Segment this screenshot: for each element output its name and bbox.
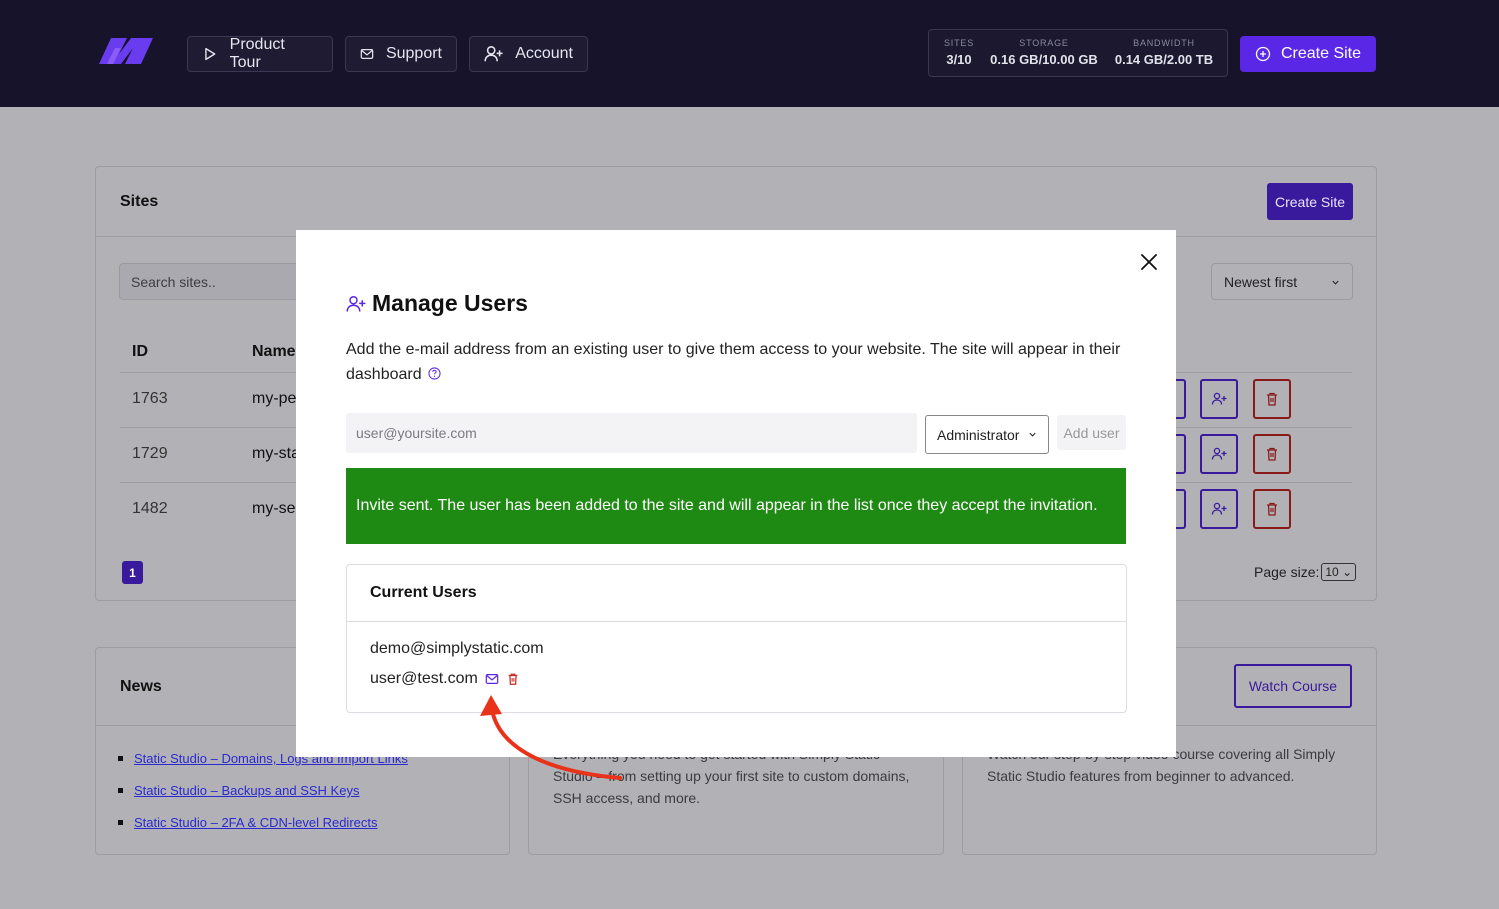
chevron-down-icon xyxy=(1332,280,1339,285)
usage-stats: SITES 3/10 STORAGE 0.16 GB/10.00 GB BAND… xyxy=(928,29,1228,77)
news-title: News xyxy=(120,678,162,695)
news-link-2[interactable]: Static Studio – Backups and SSH Keys xyxy=(134,783,359,798)
add-user-button[interactable]: Add user xyxy=(1057,415,1126,450)
user-plus-icon xyxy=(346,295,366,312)
bullet xyxy=(118,756,123,761)
row-1-manage-users-button[interactable] xyxy=(1200,379,1238,419)
close-icon[interactable] xyxy=(1139,252,1159,272)
bullet xyxy=(118,788,123,793)
row-1-name[interactable]: my-pe xyxy=(252,390,296,408)
top-bar: Product Tour Support Account SITES 3/10 … xyxy=(0,0,1499,107)
page-size-select[interactable]: 10 ⌄ xyxy=(1321,563,1357,581)
annotation-arrow xyxy=(480,695,622,780)
user-plus-icon xyxy=(1211,392,1227,405)
trash-icon xyxy=(1267,502,1277,516)
sites-card-header: Sites Create Site xyxy=(96,167,1376,237)
current-users-header: Current Users xyxy=(347,565,1126,622)
user-row: demo@simplystatic.com xyxy=(370,640,544,657)
user-plus-icon xyxy=(484,46,503,62)
role-select[interactable]: Administrator xyxy=(925,415,1049,454)
brand-logo-icon[interactable] xyxy=(97,34,155,66)
plus-circle-icon xyxy=(1255,46,1271,62)
row-1-delete-button[interactable] xyxy=(1253,379,1291,419)
create-site-button[interactable]: Create Site xyxy=(1240,36,1376,72)
sites-create-button[interactable]: Create Site xyxy=(1267,183,1353,220)
user-email-input[interactable] xyxy=(346,413,917,453)
row-2-name[interactable]: my-sta xyxy=(252,445,300,463)
mail-icon xyxy=(360,49,374,59)
success-alert: Invite sent. The user has been added to … xyxy=(346,468,1126,544)
news-link-3[interactable]: Static Studio – 2FA & CDN-level Redirect… xyxy=(134,815,378,830)
support-button[interactable]: Support xyxy=(345,36,457,72)
row-3-manage-users-button[interactable] xyxy=(1200,489,1238,529)
row-2-manage-users-button[interactable] xyxy=(1200,434,1238,474)
column-id: ID xyxy=(132,343,148,360)
help-icon[interactable] xyxy=(428,367,441,380)
row-1-id: 1763 xyxy=(132,390,168,407)
row-3-delete-button[interactable] xyxy=(1253,489,1291,529)
row-3-id: 1482 xyxy=(132,500,168,517)
trash-icon xyxy=(1267,447,1277,461)
stat-storage: STORAGE 0.16 GB/10.00 GB xyxy=(990,38,1098,67)
product-tour-button[interactable]: Product Tour xyxy=(187,36,333,72)
trash-icon[interactable] xyxy=(506,672,520,686)
page-size: Page size: 10 ⌄ xyxy=(1254,563,1357,581)
row-2-id: 1729 xyxy=(132,445,168,462)
stat-sites: SITES 3/10 xyxy=(943,38,974,67)
stat-bandwidth: BANDWIDTH 0.14 GB/2.00 TB xyxy=(1114,38,1214,67)
watch-course-button[interactable]: Watch Course xyxy=(1234,664,1352,708)
manage-users-modal: Manage Users Add the e-mail address from… xyxy=(296,230,1176,757)
play-icon xyxy=(205,47,216,61)
user-plus-icon xyxy=(1211,447,1227,460)
user-plus-icon xyxy=(1211,502,1227,515)
modal-title: Manage Users xyxy=(346,290,528,317)
bullet xyxy=(118,820,123,825)
modal-description: Add the e-mail address from an existing … xyxy=(346,341,1121,383)
account-button[interactable]: Account xyxy=(469,36,588,72)
resend-invite-mail-icon[interactable] xyxy=(485,672,499,686)
sort-select[interactable]: Newest first xyxy=(1211,263,1353,300)
sites-title: Sites xyxy=(120,193,159,210)
pagination-page-1[interactable]: 1 xyxy=(122,561,143,584)
user-row: user@test.com xyxy=(370,670,520,688)
row-2-delete-button[interactable] xyxy=(1253,434,1291,474)
current-users-card: Current Users demo@simplystatic.com user… xyxy=(346,564,1127,713)
chevron-down-icon xyxy=(1029,432,1037,437)
row-3-name[interactable]: my-se xyxy=(252,500,296,518)
column-name: Name xyxy=(252,343,296,360)
trash-icon xyxy=(1267,392,1277,406)
